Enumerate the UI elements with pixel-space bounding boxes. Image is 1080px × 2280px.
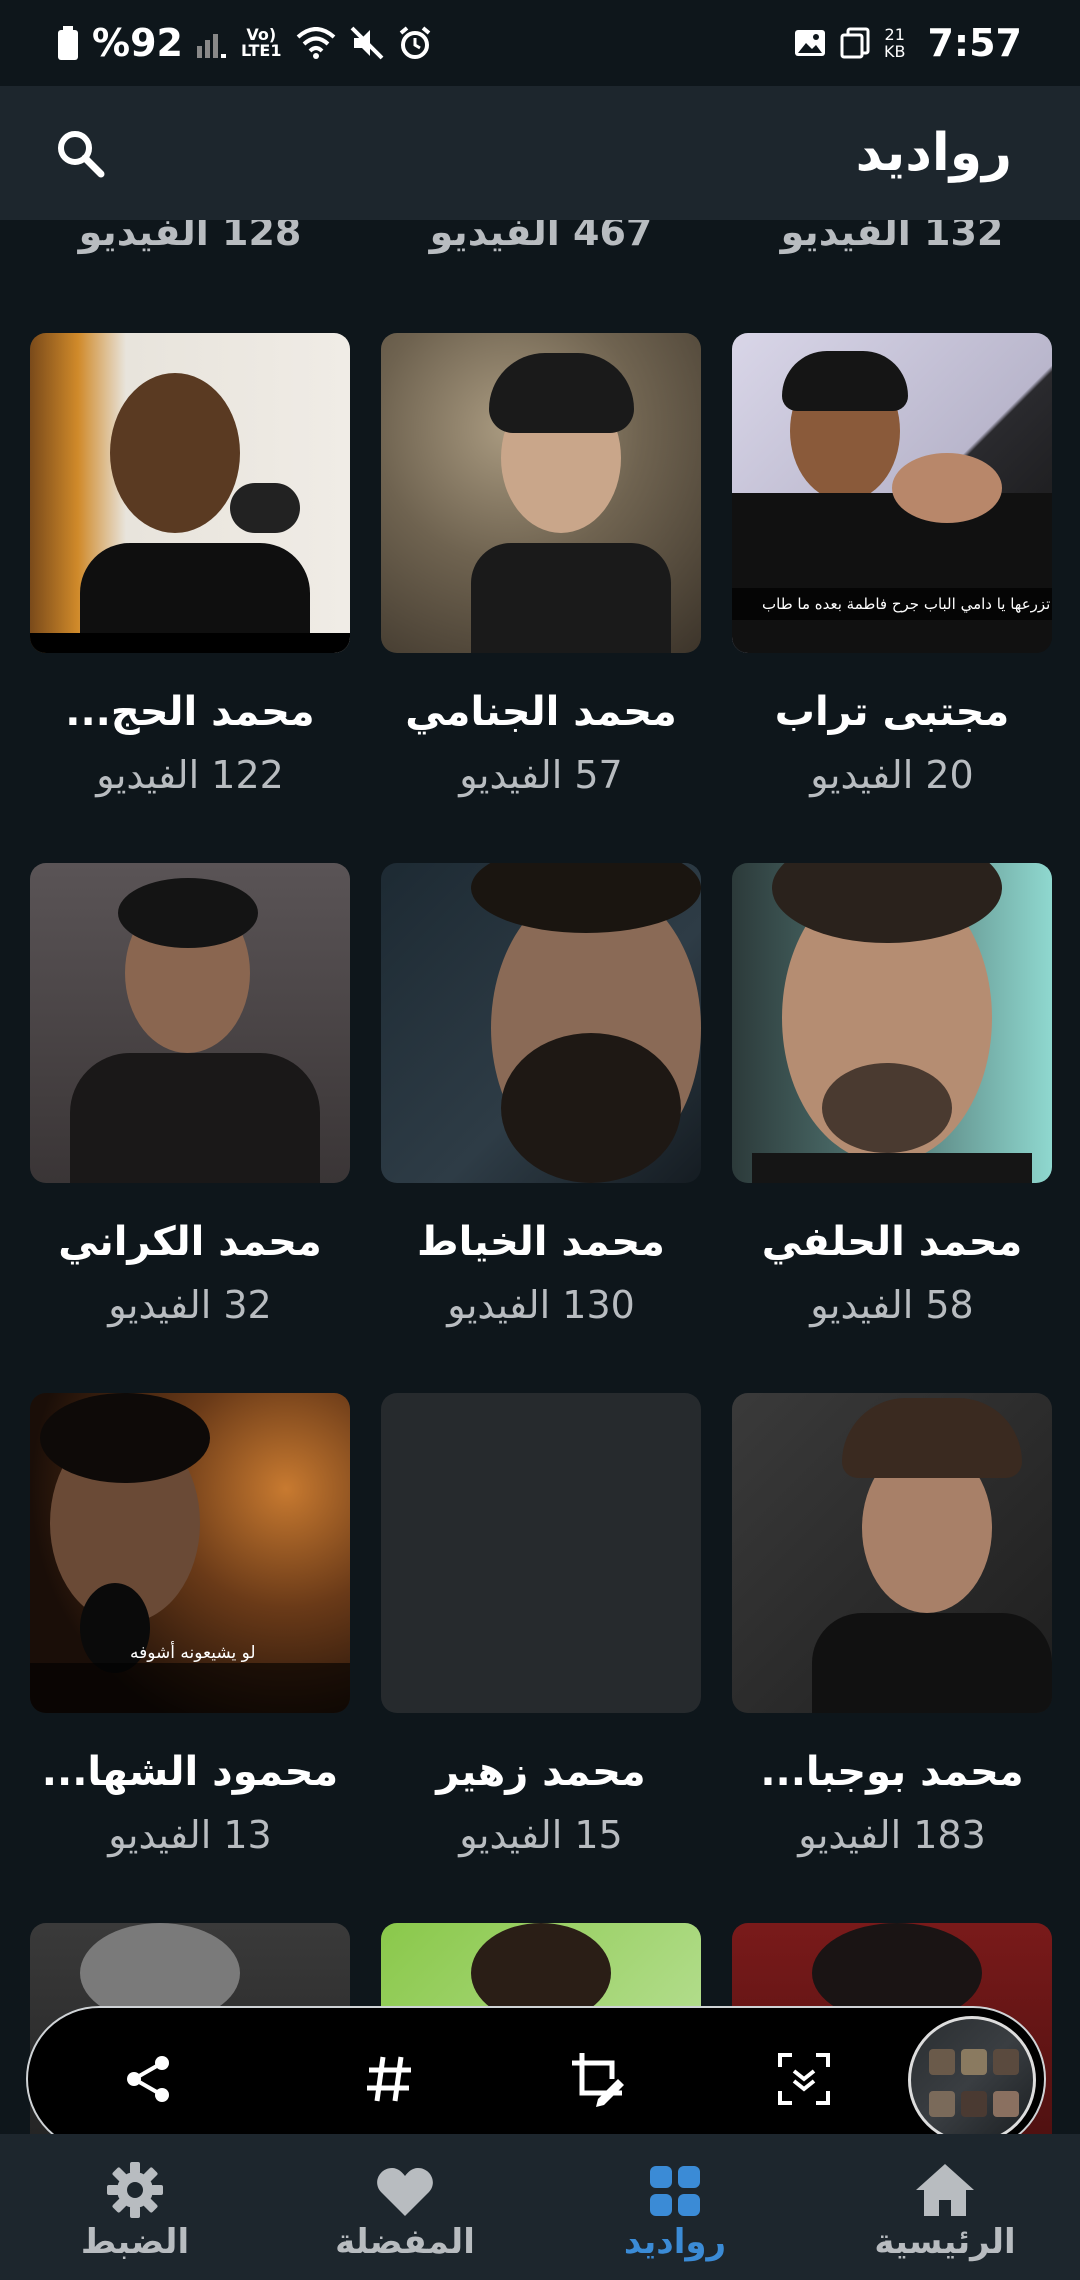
reciter-card[interactable]: محمد الخياط 130 الفيديو <box>381 863 701 1327</box>
reciter-thumbnail <box>381 863 701 1183</box>
reciter-card[interactable]: لو يشيعونه أشوفه محمود الشها... 13 الفيد… <box>30 1393 350 1857</box>
nav-label: الرئيسية <box>874 2222 1016 2262</box>
reciter-card[interactable]: محمد الكراني 32 الفيديو <box>30 863 350 1327</box>
status-left: %92 Vo) LTE1 <box>58 21 432 65</box>
reciter-name: مجتبى تراب <box>774 689 1010 735</box>
app-bar: رواديد <box>0 86 1080 220</box>
video-count: 58 الفيديو <box>810 1283 974 1327</box>
screenshot-toolbar <box>26 2006 1046 2152</box>
video-caption: لا تزرعها يا دامي الباب جرح فاطمة بعده م… <box>762 595 1052 613</box>
signal-icon <box>196 34 226 58</box>
partial-count: 128 الفيديو <box>78 220 302 254</box>
reciter-card[interactable]: محمد بوجبا... 183 الفيديو <box>732 1393 1052 1857</box>
page-title: رواديد <box>855 123 1012 183</box>
partial-count: 132 الفيديو <box>780 220 1004 254</box>
reciter-card[interactable]: محمد الحج... 122 الفيديو <box>30 333 350 797</box>
scroll-capture-icon <box>778 2053 830 2105</box>
reciter-card[interactable]: محمد الحلفي 58 الفيديو <box>732 863 1052 1327</box>
reciter-name: محمود الشها... <box>41 1749 339 1795</box>
wifi-icon <box>296 27 335 59</box>
battery-icon <box>58 26 78 60</box>
reciter-thumbnail: لو يشيعونه أشوفه <box>30 1393 350 1713</box>
reciter-name: محمد الجنامي <box>405 689 677 735</box>
search-icon <box>58 131 105 178</box>
nav-label: الضبط <box>80 2222 190 2262</box>
alarm-icon <box>399 26 430 59</box>
reciter-card[interactable]: لا تزرعها يا دامي الباب جرح فاطمة بعده م… <box>732 333 1052 797</box>
scroll-capture-button[interactable] <box>764 2039 844 2119</box>
reciter-thumbnail <box>732 863 1052 1183</box>
home-icon <box>916 2164 974 2216</box>
crop-edit-button[interactable] <box>558 2039 638 2119</box>
video-count: 122 الفيديو <box>96 753 284 797</box>
reciter-name: محمد زهير <box>436 1749 646 1795</box>
reciter-name: محمد بوجبا... <box>760 1749 1024 1795</box>
volte-indicator: Vo) LTE1 <box>240 25 282 60</box>
nav-reciters[interactable]: رواديد <box>540 2134 810 2280</box>
screenshot-preview-thumbnail[interactable] <box>908 2016 1036 2144</box>
nav-label: المفضلة <box>335 2222 475 2262</box>
image-notification-icon <box>795 30 825 56</box>
video-count: 183 الفيديو <box>798 1813 986 1857</box>
reciter-thumbnail: لا تزرعها يا دامي الباب جرح فاطمة بعده م… <box>732 333 1052 653</box>
battery-percent: %92 <box>92 21 183 65</box>
share-icon <box>127 2056 169 2102</box>
nav-label: رواديد <box>623 2222 727 2262</box>
reciter-thumbnail <box>30 863 350 1183</box>
reciter-name: محمد الحلفي <box>761 1219 1023 1265</box>
reciter-thumbnail <box>381 333 701 653</box>
reciter-thumbnail-placeholder <box>381 1393 701 1713</box>
status-right: 21 KB 7:57 <box>794 21 1022 65</box>
reciter-name: محمد الكراني <box>58 1219 322 1265</box>
mute-icon <box>350 26 383 60</box>
video-count: 13 الفيديو <box>108 1813 272 1857</box>
reciter-name: محمد الخياط <box>417 1219 665 1265</box>
heart-icon <box>377 2168 433 2216</box>
video-count: 15 الفيديو <box>459 1813 623 1857</box>
video-caption: لو يشيعونه أشوفه <box>130 1643 256 1663</box>
nav-favorites[interactable]: المفضلة <box>270 2134 540 2280</box>
partial-count: 467 الفيديو <box>429 220 653 254</box>
partial-row: 128 الفيديو 467 الفيديو 132 الفيديو <box>0 220 1080 272</box>
share-button[interactable] <box>108 2039 188 2119</box>
data-rate-unit: KB <box>884 42 906 61</box>
reciter-thumbnail <box>30 333 350 653</box>
search-button[interactable] <box>52 125 108 181</box>
video-count: 130 الفيديو <box>447 1283 635 1327</box>
reciter-name: محمد الحج... <box>65 689 315 735</box>
reciters-grid: 128 الفيديو 467 الفيديو 132 الفيديو لا ت… <box>0 220 1080 2134</box>
status-bar: %92 Vo) LTE1 21 KB 7:57 <box>0 0 1080 86</box>
video-count: 57 الفيديو <box>459 753 623 797</box>
crop-edit-icon <box>572 2053 624 2107</box>
hashtag-button[interactable] <box>350 2039 430 2119</box>
grid-icon <box>650 2166 700 2216</box>
hashtag-icon <box>367 2056 411 2102</box>
network-type: LTE1 <box>240 41 282 60</box>
nav-settings[interactable]: الضبط <box>0 2134 270 2280</box>
reciter-card[interactable]: محمد الجنامي 57 الفيديو <box>381 333 701 797</box>
gear-icon <box>107 2162 163 2218</box>
video-count: 32 الفيديو <box>108 1283 272 1327</box>
data-rate: 21 KB <box>884 26 905 60</box>
screenshot-notification-icon <box>840 27 870 59</box>
nav-home[interactable]: الرئيسية <box>810 2134 1080 2280</box>
reciter-thumbnail <box>732 1393 1052 1713</box>
video-count: 20 الفيديو <box>810 753 974 797</box>
bottom-navigation: الرئيسية رواديد المفضلة الضبط <box>0 2134 1080 2280</box>
reciter-card[interactable]: محمد زهير 15 الفيديو <box>381 1393 701 1857</box>
clock: 7:57 <box>927 21 1022 65</box>
